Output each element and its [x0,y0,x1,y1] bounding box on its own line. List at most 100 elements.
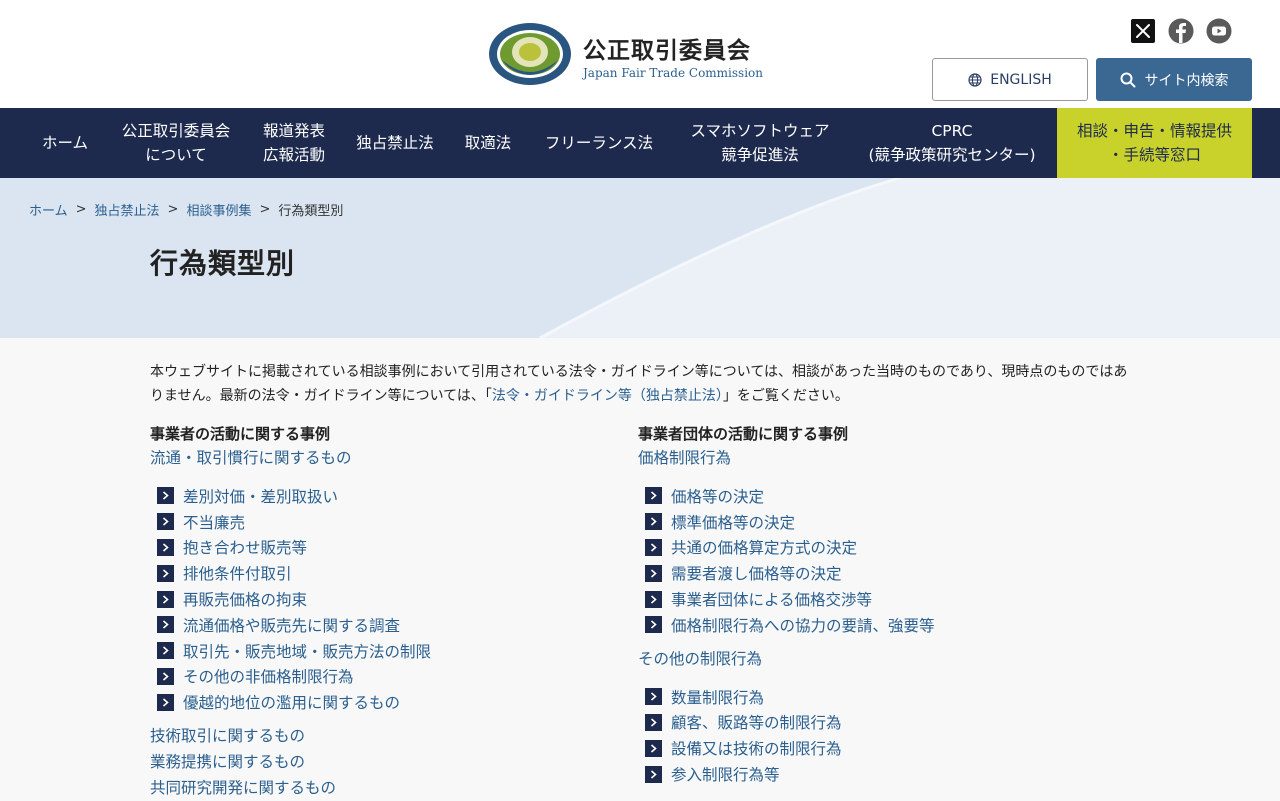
case-link[interactable]: 共通の価格算定方式の決定 [671,536,857,558]
arrow-right-icon [157,667,174,685]
org-name[interactable]: 公正取引委員会 [583,31,751,65]
arrow-right-icon [645,538,662,556]
breadcrumb-separator: > [167,202,179,217]
case-link[interactable]: 参入制限行為等 [671,763,780,785]
case-link[interactable]: 優越的地位の濫用に関するもの [183,691,400,713]
arrow-right-icon [157,487,174,505]
intro-text-end: 」をご覧ください。 [722,388,849,404]
breadcrumb-current: 行為類型別 [278,204,344,219]
english-label: ENGLISH [990,71,1052,88]
arrow-right-icon [157,590,174,608]
list-item: 流通価格や販売先に関する調査 [157,612,610,638]
guidelines-link[interactable]: 法令・ガイドライン等（独占禁止法） [492,388,723,404]
case-link[interactable]: 事業者団体による価格交渉等 [671,588,872,610]
org-name-en[interactable]: Japan Fair Trade Commission [583,66,763,80]
list-item: 差別対価・差別取扱い [157,483,610,509]
nav-cprc[interactable]: CPRC (競争政策研究センター) [852,108,1052,178]
case-link[interactable]: その他の非価格制限行為 [183,665,354,687]
page-title: 行為類型別 [150,247,296,280]
case-link[interactable]: 価格制限行為への協力の要請、強要等 [671,614,935,636]
case-link[interactable]: 取引先・販売地域・販売方法の制限 [183,640,431,662]
x-icon[interactable] [1130,18,1156,44]
case-link[interactable]: 標準価格等の決定 [671,511,795,533]
distribution-link[interactable]: 流通・取引慣行に関するもの [150,445,610,471]
other-restriction-link[interactable]: その他の制限行為 [638,646,1098,672]
arrow-right-icon [157,564,174,582]
business-cases-heading: 事業者の活動に関する事例 [150,425,331,443]
arrow-right-icon [645,765,662,783]
site-search-button[interactable]: サイト内検索 [1096,58,1252,101]
list-item: 優越的地位の濫用に関するもの [157,689,610,715]
site-header: 公正取引委員会 Japan Fair Trade Commission ENGL… [0,0,1280,108]
intro-note: 本ウェブサイトに掲載されている相談事例において引用されている法令・ガイドライン等… [150,360,1140,408]
arrow-right-icon [645,739,662,757]
case-link[interactable]: 再販売価格の拘束 [183,588,307,610]
breadcrumb-separator: > [75,202,87,217]
business-cases-column: 事業者の活動に関する事例 流通・取引慣行に関するもの 差別対価・差別取扱い 不当… [150,423,610,801]
page-hero: ホーム > 独占禁止法 > 相談事例集 > 行為類型別 行為類型別 [0,178,1280,338]
global-nav: ホーム 公正取引委員会 について 報道発表 広報活動 独占禁止法 取適法 フリー… [0,108,1280,178]
case-link[interactable]: 数量制限行為 [671,686,764,708]
list-item: 取引先・販売地域・販売方法の制限 [157,638,610,664]
arrow-right-icon [645,487,662,505]
case-link[interactable]: 流通価格や販売先に関する調査 [183,614,400,636]
case-link[interactable]: 需要者渡し価格等の決定 [671,562,842,584]
list-item: 顧客、販路等の制限行為 [645,710,1098,736]
english-button[interactable]: ENGLISH [932,58,1088,101]
price-restriction-link[interactable]: 価格制限行為 [638,445,1098,471]
arrow-right-icon [645,616,662,634]
nav-torihiki[interactable]: 取適法 [454,108,522,178]
arrow-right-icon [645,713,662,731]
case-link[interactable]: 価格等の決定 [671,485,764,507]
nav-home[interactable]: ホーム [28,108,102,178]
case-link[interactable]: 排他条件付取引 [183,562,292,584]
other-restriction-list: 数量制限行為 顧客、販路等の制限行為 設備又は技術の制限行為 参入制限行為等 [645,684,1098,787]
nav-press[interactable]: 報道発表 広報活動 [250,108,338,178]
arrow-right-icon [645,513,662,531]
breadcrumb-antimonopoly[interactable]: 独占禁止法 [95,200,160,219]
case-link[interactable]: 不当廉売 [183,511,245,533]
list-item: 価格制限行為への協力の要請、強要等 [645,612,1098,638]
list-item: 排他条件付取引 [157,560,610,586]
list-item: その他の非価格制限行為 [157,664,610,690]
search-label: サイト内検索 [1144,72,1229,89]
facebook-icon[interactable] [1168,18,1194,44]
breadcrumb-cases[interactable]: 相談事例集 [186,200,251,219]
association-cases-heading: 事業者団体の活動に関する事例 [638,425,849,443]
breadcrumb-home[interactable]: ホーム [29,200,68,219]
jftc-logo[interactable] [488,22,572,86]
nav-freelance[interactable]: フリーランス法 [530,108,668,178]
arrow-right-icon [645,564,662,582]
business-alliance-link[interactable]: 業務提携に関するもの [150,749,610,775]
joint-rnd-link[interactable]: 共同研究開発に関するもの [150,775,610,801]
association-cases-column: 事業者団体の活動に関する事例 価格制限行為 価格等の決定 標準価格等の決定 共通… [638,423,1098,795]
list-item: 参入制限行為等 [645,761,1098,787]
case-link[interactable]: 抱き合わせ販売等 [183,536,307,558]
case-link[interactable]: 顧客、販路等の制限行為 [671,711,842,733]
case-link[interactable]: 設備又は技術の制限行為 [671,737,842,759]
breadcrumb-separator: > [259,202,271,217]
list-item: 需要者渡し価格等の決定 [645,560,1098,586]
search-icon [1120,72,1135,87]
list-item: 標準価格等の決定 [645,509,1098,535]
arrow-right-icon [157,693,174,711]
nav-smartphone[interactable]: スマホソフトウェア 競争促進法 [676,108,844,178]
technology-link[interactable]: 技術取引に関するもの [150,723,610,749]
nav-about[interactable]: 公正取引委員会 について [110,108,242,178]
list-item: 数量制限行為 [645,684,1098,710]
list-item: 抱き合わせ販売等 [157,535,610,561]
arrow-right-icon [157,513,174,531]
nav-consultation[interactable]: 相談・申告・情報提供 ・手続等窓口 [1057,108,1252,178]
arrow-right-icon [157,538,174,556]
nav-antimonopoly[interactable]: 独占禁止法 [344,108,446,178]
arrow-right-icon [157,642,174,660]
youtube-icon[interactable] [1206,18,1232,44]
price-restriction-list: 価格等の決定 標準価格等の決定 共通の価格算定方式の決定 需要者渡し価格等の決定… [645,483,1098,638]
list-item: 価格等の決定 [645,483,1098,509]
case-link[interactable]: 差別対価・差別取扱い [183,485,338,507]
globe-icon [968,72,982,87]
list-item: 不当廉売 [157,509,610,535]
distribution-list: 差別対価・差別取扱い 不当廉売 抱き合わせ販売等 排他条件付取引 再販売価格の拘… [157,483,610,715]
arrow-right-icon [645,590,662,608]
main-content: 本ウェブサイトに掲載されている相談事例において引用されている法令・ガイドライン等… [150,360,1140,797]
